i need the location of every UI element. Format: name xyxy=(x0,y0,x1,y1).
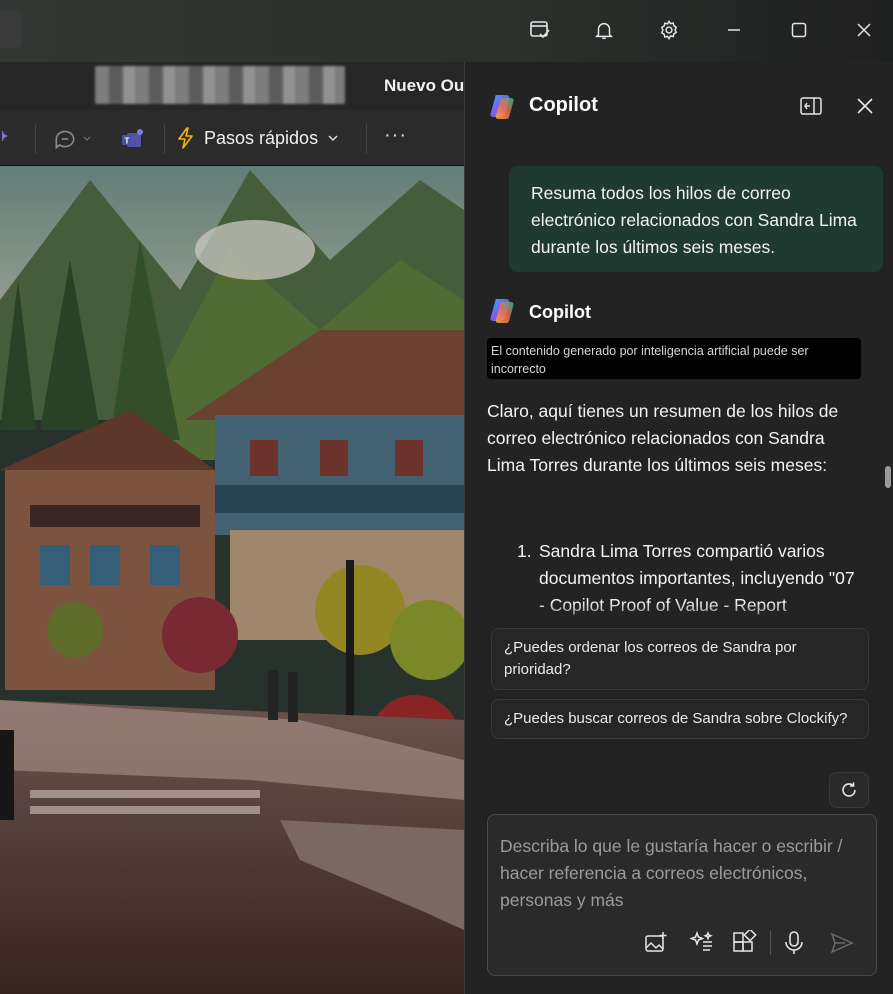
redacted-account-info xyxy=(95,66,345,104)
scroll-fade xyxy=(465,602,883,630)
refresh-suggestions-button[interactable] xyxy=(829,772,869,808)
sparkle-apps-icon[interactable] xyxy=(0,126,14,155)
list-item-number: 1. xyxy=(517,541,532,561)
lightning-icon xyxy=(178,127,193,149)
apps-icon[interactable] xyxy=(728,927,760,959)
image-add-icon[interactable] xyxy=(640,927,672,959)
copilot-header: Copilot xyxy=(465,62,893,152)
quick-steps-button[interactable]: Pasos rápidos xyxy=(176,122,340,154)
window-control-chip[interactable] xyxy=(0,10,22,48)
dock-panel-icon[interactable] xyxy=(797,92,825,120)
user-message: Resuma todos los hilos de correo electró… xyxy=(509,166,883,272)
close-icon[interactable] xyxy=(846,12,882,48)
composer-divider xyxy=(770,931,771,955)
scrollbar-thumb[interactable] xyxy=(885,466,891,488)
toolbar-divider xyxy=(35,124,36,154)
composer-placeholder[interactable]: Describa lo que le gustaría hacer o escr… xyxy=(500,833,866,914)
toolbar-divider xyxy=(366,124,367,154)
maximize-icon[interactable] xyxy=(781,12,817,48)
svg-text:T: T xyxy=(125,137,130,146)
send-icon[interactable] xyxy=(826,927,858,959)
refresh-icon xyxy=(842,782,856,797)
minimize-icon[interactable] xyxy=(716,12,752,48)
ai-disclaimer: El contenido generado por inteligencia a… xyxy=(487,338,861,379)
bell-icon[interactable] xyxy=(586,12,622,48)
copilot-panel: Copilot Resuma todos los hilos de correo… xyxy=(464,62,893,994)
more-options-button[interactable]: ··· xyxy=(384,124,407,147)
new-outlook-label[interactable]: Nuevo Ou xyxy=(384,76,464,96)
response-intro: Claro, aquí tienes un resumen de los hil… xyxy=(487,401,839,475)
microphone-icon[interactable] xyxy=(778,927,810,959)
prompt-composer[interactable]: Describa lo que le gustaría hacer o escr… xyxy=(487,814,877,976)
suggestion-chip[interactable]: ¿Puedes ordenar los correos de Sandra po… xyxy=(491,628,869,690)
teams-icon[interactable]: T xyxy=(120,126,146,157)
copilot-title: Copilot xyxy=(529,94,598,116)
toolbar-divider xyxy=(164,124,165,154)
bot-name: Copilot xyxy=(529,302,591,322)
quick-steps-label: Pasos rápidos xyxy=(204,127,319,148)
close-panel-icon[interactable] xyxy=(851,92,879,120)
chevron-down-icon xyxy=(328,135,338,142)
copilot-logo-icon xyxy=(487,92,517,122)
gear-icon[interactable] xyxy=(651,12,687,48)
title-bar xyxy=(0,0,893,62)
chat-reply-icon[interactable] xyxy=(52,126,92,152)
suggestion-chip[interactable]: ¿Puedes buscar correos de Sandra sobre C… xyxy=(491,699,869,739)
sparkle-prompt-icon[interactable] xyxy=(686,927,718,959)
copilot-logo-icon xyxy=(487,296,517,326)
whats-new-icon[interactable] xyxy=(522,12,558,48)
